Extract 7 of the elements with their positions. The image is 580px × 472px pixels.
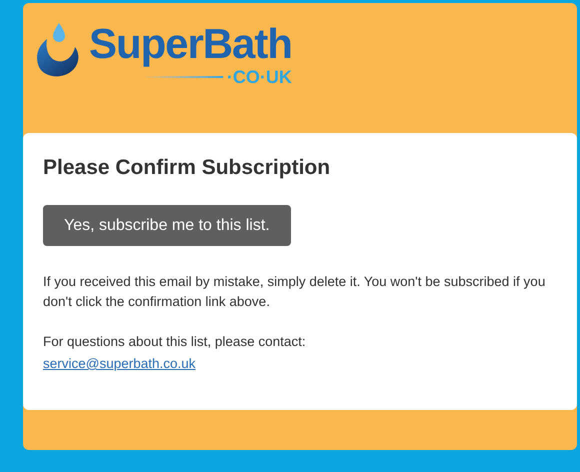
contact-text: For questions about this list, please contact: — [43, 333, 307, 351]
card-title: Please Confirm Subscription — [43, 155, 332, 181]
notice-text: If you received this email by mistake, simply delete it. You won't be subscribed if you don't click the confirmation link above. — [43, 273, 546, 311]
email-link[interactable]: service@superbath.co.uk — [43, 356, 196, 371]
logo-wordmark: SuperBath — [89, 21, 292, 67]
subscribe-button[interactable]: Yes, subscribe me to this list. — [43, 205, 291, 246]
logo-domain: ·CO·UK — [226, 67, 292, 87]
